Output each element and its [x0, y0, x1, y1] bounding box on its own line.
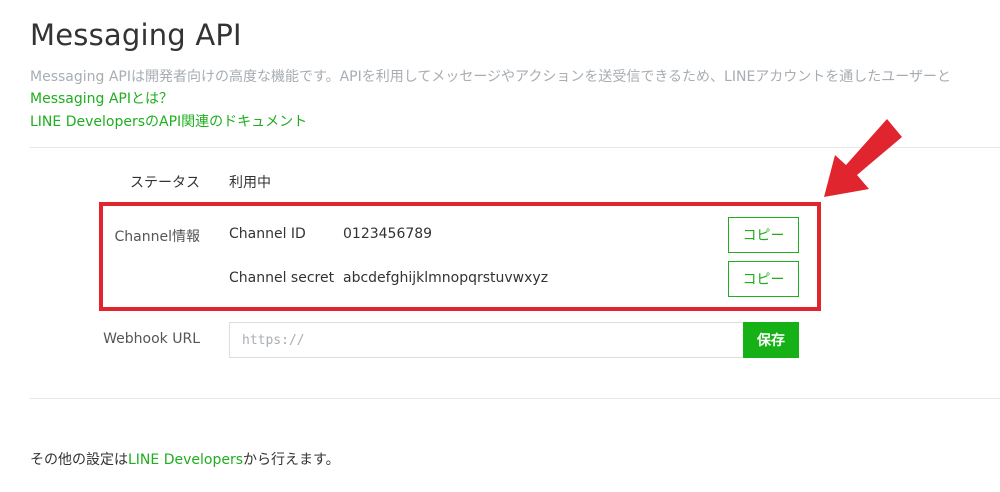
webhook-url-input[interactable]	[229, 322, 743, 358]
copy-channel-secret-button[interactable]: コピー	[728, 261, 799, 297]
messaging-api-settings-page: Messaging API Messaging APIは開発者向けの高度な機能で…	[0, 0, 1000, 492]
save-webhook-button[interactable]: 保存	[743, 322, 799, 358]
channel-info-label: Channel情報	[114, 229, 200, 245]
about-messaging-api-link[interactable]: Messaging APIとは？	[30, 88, 173, 108]
footer-prefix: その他の設定は	[30, 452, 128, 468]
arrow-pointer-icon	[824, 119, 902, 197]
channel-secret-label: Channel secret	[229, 270, 335, 286]
channel-id-value: 0123456789	[343, 226, 433, 242]
footer-suffix: から行えます。	[243, 452, 340, 468]
channel-info-highlight	[99, 202, 821, 311]
copy-channel-id-button[interactable]: コピー	[728, 217, 799, 253]
channel-id-label: Channel ID	[229, 226, 306, 242]
webhook-url-label: Webhook URL	[103, 331, 200, 347]
page-description: Messaging APIは開発者向けの高度な機能です。APIを利用してメッセー…	[30, 69, 952, 85]
api-docs-link[interactable]: LINE DevelopersのAPI関連のドキュメント	[30, 111, 307, 131]
footer-text: その他の設定はLINE Developersから行えます。	[30, 449, 340, 469]
section-divider-bottom	[30, 398, 1000, 399]
channel-secret-value: abcdefghijklmnopqrstuvwxyz	[343, 270, 549, 286]
page-title: Messaging API	[30, 18, 242, 52]
status-value: 利用中	[229, 175, 271, 191]
line-developers-link[interactable]: LINE Developers	[128, 452, 243, 468]
status-label: ステータス	[130, 175, 200, 191]
